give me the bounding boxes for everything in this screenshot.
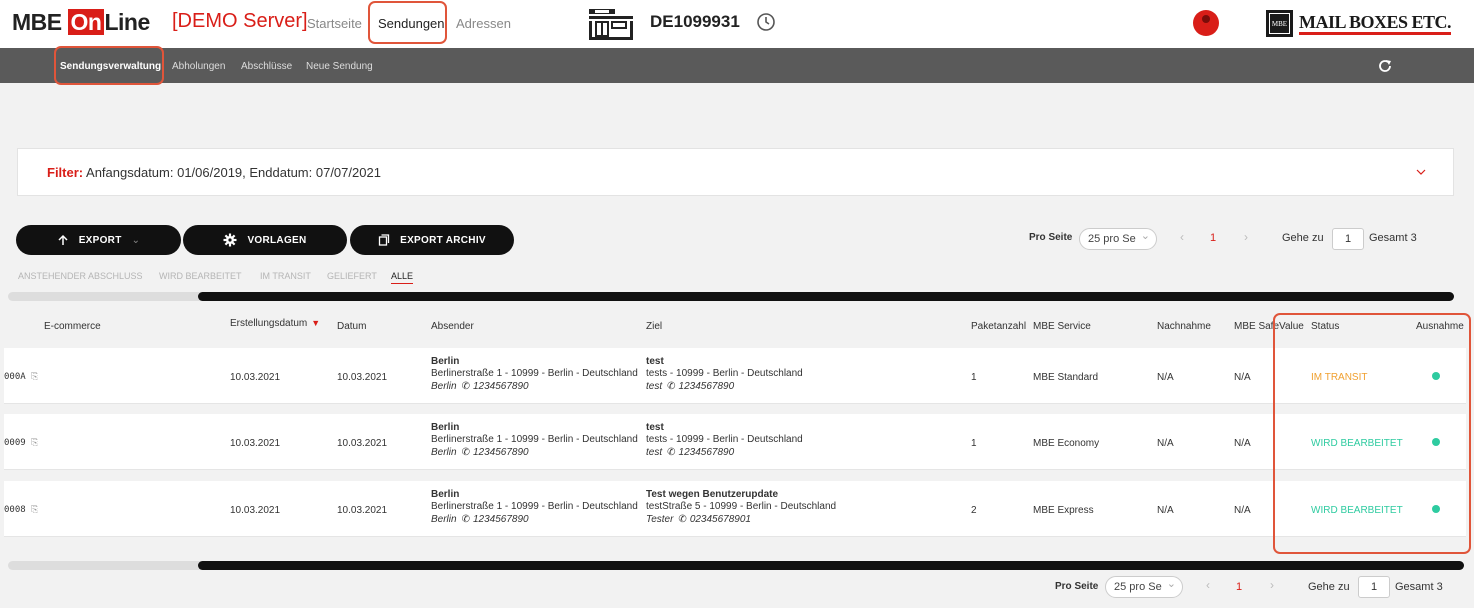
copy-icon [378,234,390,246]
current-page-bottom[interactable]: 1 [1236,581,1242,593]
safevalue: N/A [1234,372,1251,383]
prev-page-icon[interactable]: ‹ [1206,578,1210,592]
created-date: 10.03.2021 [230,372,281,383]
tab-im-transit[interactable]: IM TRANSIT [260,271,311,281]
mbe-service: MBE Express [1033,505,1094,516]
cod-value: N/A [1157,505,1174,516]
phone-icon: ✆ [461,514,470,525]
chevron-down-icon[interactable] [1415,167,1427,177]
store-icon [589,9,633,40]
server-label: [DEMO Server] [172,10,308,32]
goto-page-input[interactable]: 1 [1332,228,1364,250]
mbe-service: MBE Standard [1033,372,1099,383]
col-header-datum[interactable]: Datum [337,321,366,332]
sender-address: Berlin Berlinerstraße 1 - 10999 - Berlin … [431,489,638,525]
col-header-paketanzahl[interactable]: Paketanzahl [971,321,1026,332]
subnav-abholungen[interactable]: Abholungen [172,61,225,72]
safevalue: N/A [1234,505,1251,516]
sender-address: Berlin Berlinerstraße 1 - 10999 - Berlin … [431,422,638,458]
nav-adressen[interactable]: Adressen [456,16,511,31]
destination-address: test tests - 10999 - Berlin - Deutschland… [646,422,803,458]
shipment-id[interactable]: 0009 ⎘ [4,438,38,448]
nav-startseite[interactable]: Startseite [307,16,362,31]
clock-icon[interactable] [756,12,776,32]
customer-id: DE1099931 [650,12,740,31]
shipment-date: 10.03.2021 [337,438,388,449]
paperclip-icon: ⎘ [31,505,39,515]
per-page-select[interactable]: 25 pro Se [1079,228,1157,250]
mail-boxes-etc-logo: MBE MAIL BOXES ETC. [1266,10,1452,37]
col-header-mbe-service[interactable]: MBE Service [1033,321,1091,332]
highlight-box-sendungsverwaltung [54,46,164,85]
shipment-id[interactable]: 0008 ⎘ [4,505,38,515]
phone-icon: ✆ [678,514,687,525]
tab-alle[interactable]: ALLE [391,271,414,284]
vorlagen-button[interactable]: VORLAGEN [183,225,347,255]
scrollbar-thumb-bottom[interactable] [198,561,1464,570]
col-header-ecommerce: E-commerce [44,321,101,332]
highlight-box-status-column [1273,313,1471,554]
mbe-service: MBE Economy [1033,438,1100,449]
paperclip-icon: ⎘ [31,372,39,382]
cod-value: N/A [1157,438,1174,449]
shipment-date: 10.03.2021 [337,372,388,383]
upload-icon [58,234,68,245]
refresh-icon[interactable] [1377,58,1393,74]
table-row[interactable]: 0009 ⎘ 10.03.2021 10.03.2021 Berlin Berliner… [4,414,1466,470]
cod-value: N/A [1157,372,1174,383]
shipment-date: 10.03.2021 [337,505,388,516]
filter-summary: Filter: Anfangsdatum: 01/06/2019, Enddat… [47,165,381,180]
col-header-erstellungsdatum[interactable]: Erstellungsdatum ▼ [230,318,320,329]
next-page-icon[interactable]: › [1244,230,1248,244]
col-header-ziel[interactable]: Ziel [646,321,662,332]
created-date: 10.03.2021 [230,505,281,516]
phone-icon: ✆ [667,381,676,392]
phone-icon: ✆ [667,447,676,458]
sub-navigation: Sendungsverwaltung Abholungen Abschlüsse… [0,48,1474,83]
col-header-nachnahme[interactable]: Nachnahme [1157,321,1211,332]
filter-panel[interactable]: Filter: Anfangsdatum: 01/06/2019, Enddat… [17,148,1454,196]
sort-desc-icon[interactable]: ▼ [311,318,320,328]
prev-page-icon[interactable]: ‹ [1180,230,1184,244]
paperclip-icon: ⎘ [31,438,39,448]
per-page-select-bottom[interactable]: 25 pro Se [1105,576,1183,598]
tab-geliefert[interactable]: GELIEFERT [327,271,377,281]
subnav-neue-sendung[interactable]: Neue Sendung [306,61,373,72]
mbe-online-logo[interactable]: MBE On Line [12,9,150,36]
table-row[interactable]: 0008 ⎘ 10.03.2021 10.03.2021 Berlin Berliner… [4,481,1466,537]
sender-address: Berlin Berlinerstraße 1 - 10999 - Berlin … [431,356,638,392]
goto-page-input-bottom[interactable]: 1 [1358,576,1390,598]
tab-anstehender-abschluss[interactable]: ANSTEHENDER ABSCHLUSS [18,271,143,281]
package-count: 2 [971,505,977,516]
table-row[interactable]: 000A ⎘ 10.03.2021 10.03.2021 Berlin Berliner… [4,348,1466,404]
phone-icon: ✆ [461,381,470,392]
phone-icon: ✆ [461,447,470,458]
highlight-box-sendungen [368,1,447,44]
export-button[interactable]: EXPORT ⌄ [16,225,181,255]
created-date: 10.03.2021 [230,438,281,449]
scrollbar-thumb-top[interactable] [198,292,1454,301]
col-header-absender[interactable]: Absender [431,321,474,332]
safevalue: N/A [1234,438,1251,449]
shipment-id[interactable]: 000A ⎘ [4,372,38,382]
destination-address: test tests - 10999 - Berlin - Deutschland… [646,356,803,392]
chevron-down-icon: ⌄ [131,234,141,246]
package-count: 1 [971,438,977,449]
subnav-abschluesse[interactable]: Abschlüsse [241,61,292,72]
destination-address: Test wegen Benutzerupdate testStraße 5 - … [646,489,837,525]
top-bar: MBE On Line [DEMO Server] Startseite Send… [0,0,1474,48]
tab-wird-bearbeitet[interactable]: WIRD BEARBEITET [159,271,242,281]
export-archiv-button[interactable]: EXPORT ARCHIV [350,225,514,255]
package-count: 1 [971,372,977,383]
gear-icon [223,233,237,247]
user-avatar-icon[interactable] [1193,10,1219,36]
next-page-icon[interactable]: › [1270,578,1274,592]
current-page[interactable]: 1 [1210,232,1216,244]
